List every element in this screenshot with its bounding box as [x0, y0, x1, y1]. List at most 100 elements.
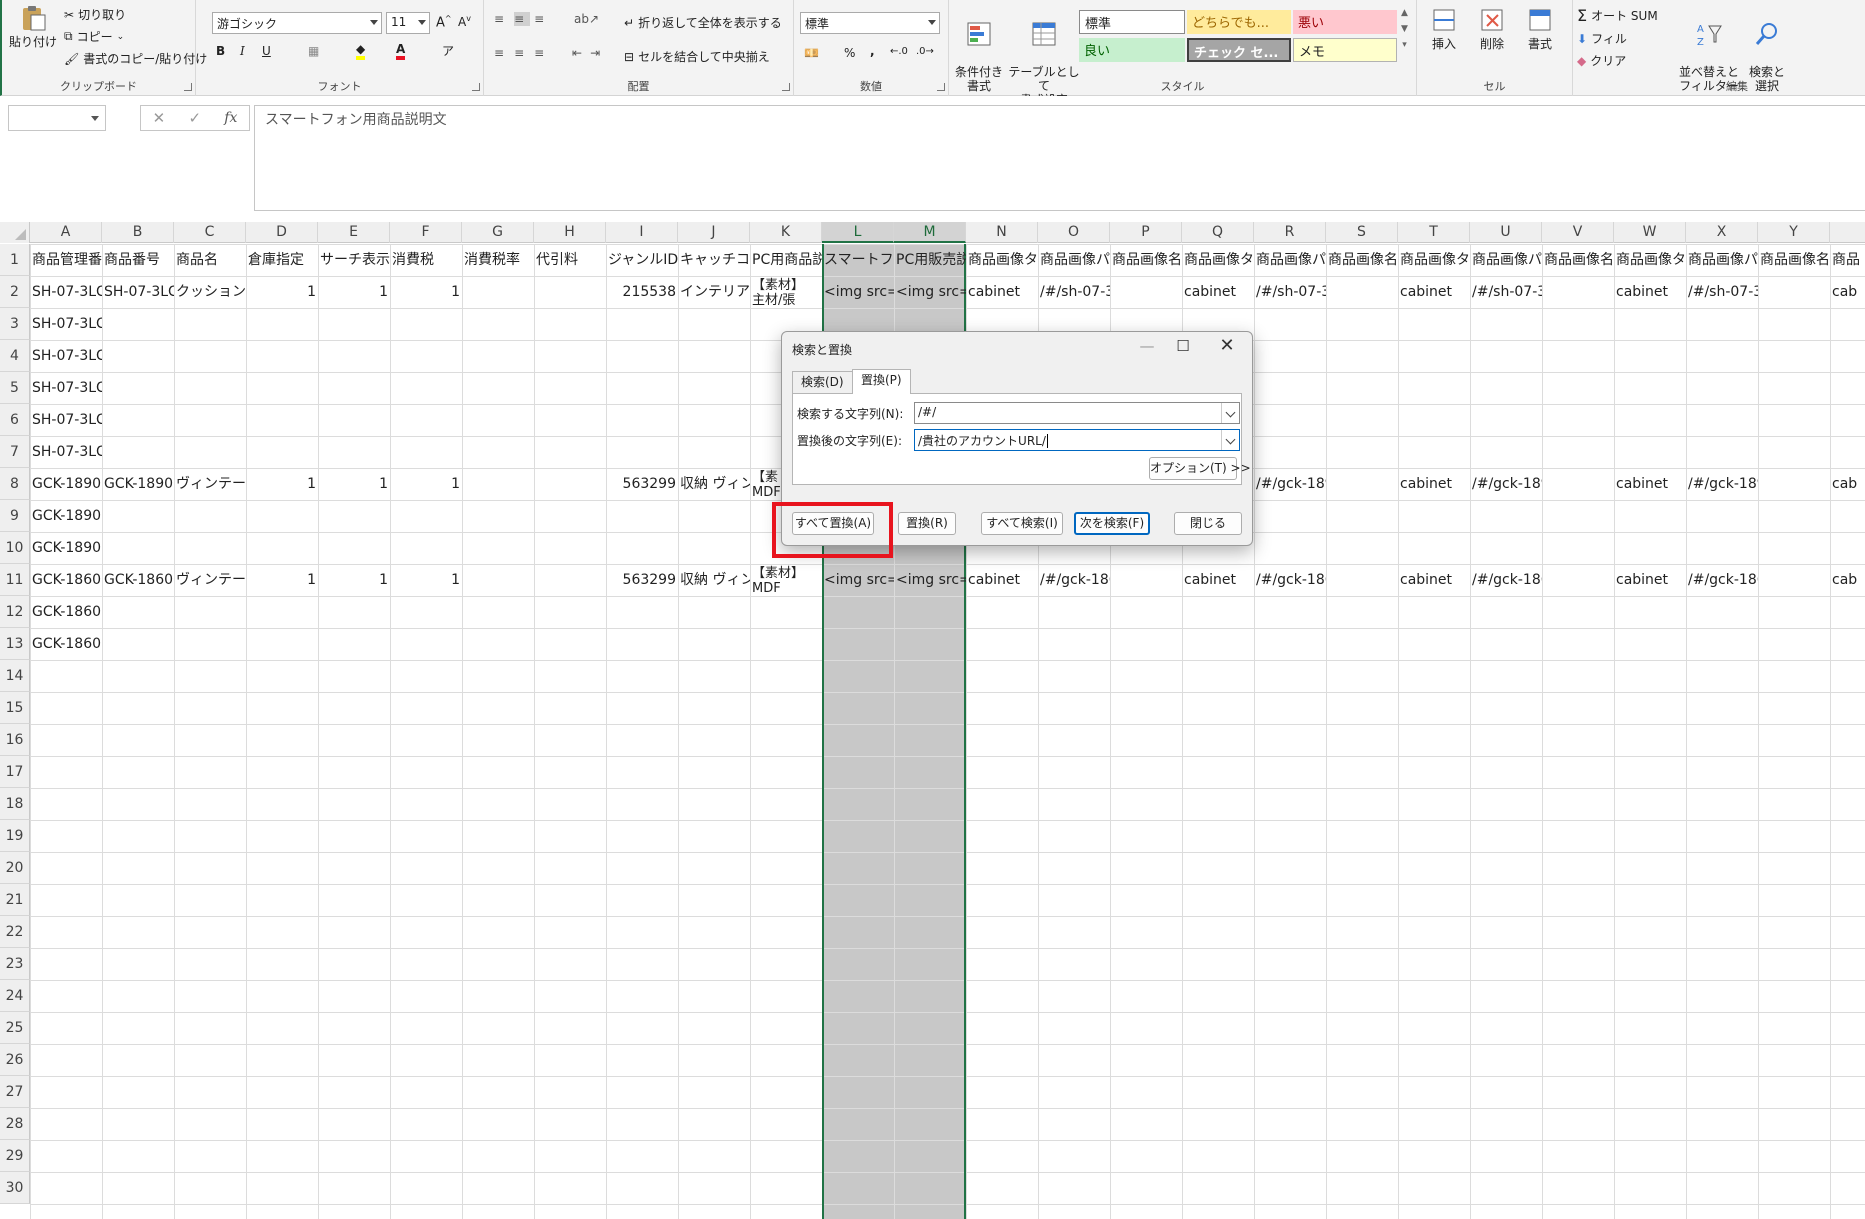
tab-replace[interactable]: 置換(P)	[852, 369, 911, 394]
cell[interactable]: cabinet	[1182, 277, 1254, 308]
decrease-font-button[interactable]: Av	[458, 14, 471, 29]
row-header[interactable]: 3	[0, 308, 30, 340]
cell-header-text[interactable]: PC用商品説明文	[750, 245, 822, 276]
merge-center-button[interactable]: ⊟ セルを結合して中央揃え	[624, 48, 770, 65]
cell-header-text[interactable]: 代引料	[534, 245, 606, 276]
copy-button[interactable]: ⧉ コピー ⌄	[64, 28, 124, 45]
row-header[interactable]: 19	[0, 820, 30, 852]
cell-style-note[interactable]: メモ	[1293, 38, 1397, 62]
delete-button[interactable]: 削除	[1473, 6, 1511, 51]
row-header[interactable]: 8	[0, 468, 30, 500]
column-header[interactable]: F	[390, 222, 462, 243]
find-next-button[interactable]: 次を検索(F)	[1074, 512, 1150, 535]
cell[interactable]: /#/gck-1890_d.jpg	[1686, 469, 1758, 500]
cell-header-text[interactable]: スマートフォン用	[822, 245, 894, 276]
cell[interactable]: GCK-1890	[30, 469, 102, 500]
row-header[interactable]: 29	[0, 1140, 30, 1172]
column-header[interactable]: J	[678, 222, 750, 243]
replace-input[interactable]: /貴社のアカウントURL/	[914, 429, 1240, 451]
cell[interactable]: cabinet	[1614, 565, 1686, 596]
cell[interactable]: SH-07-3LC	[30, 341, 102, 372]
cell[interactable]: SH-07-3LC	[102, 277, 174, 308]
row-header[interactable]: 26	[0, 1044, 30, 1076]
cell[interactable]: インテリア	[678, 277, 750, 308]
cell[interactable]: 【素材】 主材/張	[750, 277, 822, 308]
insert-button[interactable]: 挿入	[1425, 6, 1463, 51]
cell[interactable]: SH-07-3LC	[30, 405, 102, 436]
cell[interactable]: /#/gck-1890_c.jpg	[1470, 469, 1542, 500]
row-header[interactable]: 4	[0, 340, 30, 372]
cell[interactable]: cabinet	[1614, 277, 1686, 308]
autosum-button[interactable]: Σ オート SUM	[1577, 6, 1658, 25]
dialog-launcher-icon[interactable]	[782, 83, 790, 91]
cell[interactable]: cab	[1830, 565, 1865, 596]
column-header[interactable]: N	[966, 222, 1038, 243]
close-button[interactable]: 閉じる	[1174, 512, 1242, 535]
cell[interactable]: /#/sh-07-3lc_a.jpg	[1038, 277, 1110, 308]
row-header[interactable]: 10	[0, 532, 30, 564]
bold-button[interactable]: B	[216, 44, 225, 58]
cell[interactable]: 1	[246, 469, 318, 500]
cell[interactable]: SH-07-3LC	[30, 437, 102, 468]
underline-button[interactable]: U	[262, 44, 271, 58]
cell[interactable]: 1	[390, 277, 462, 308]
cell-header-text[interactable]: 商品画像名	[1110, 245, 1182, 276]
cell-header-text[interactable]: 商品名	[174, 245, 246, 276]
cell-header-text[interactable]: 商品画像パス	[1254, 245, 1326, 276]
cell[interactable]: /#/gck-1860_a.jpg	[1038, 565, 1110, 596]
column-header[interactable]: A	[30, 222, 102, 243]
options-button[interactable]: オプション(T) >>	[1149, 457, 1251, 480]
cell[interactable]: 563299	[606, 565, 678, 596]
cell[interactable]: cabinet	[1614, 469, 1686, 500]
row-header[interactable]: 7	[0, 436, 30, 468]
column-header[interactable]: P	[1110, 222, 1182, 243]
row-header[interactable]: 2	[0, 276, 30, 308]
cell[interactable]: /#/gck-1860_b.jpg	[1254, 565, 1326, 596]
cell[interactable]: 1	[390, 565, 462, 596]
cell-header-text[interactable]: 商品画像タイプ	[1398, 245, 1470, 276]
cell[interactable]: 1	[318, 469, 390, 500]
column-header[interactable]: Q	[1182, 222, 1254, 243]
column-header[interactable]: C	[174, 222, 246, 243]
row-header[interactable]: 14	[0, 660, 30, 692]
column-header[interactable]: I	[606, 222, 678, 243]
cell[interactable]: 収納 ヴィン	[678, 565, 750, 596]
cell-header-text[interactable]: 商品	[1830, 245, 1865, 276]
currency-button[interactable]: 💴	[804, 46, 819, 60]
dialog-launcher-icon[interactable]	[472, 83, 480, 91]
vertical-align-buttons[interactable]: ≡ ≡ ≡	[494, 12, 550, 26]
styles-gallery-scroll[interactable]: ▲ ▼ ▾	[1401, 8, 1408, 50]
cell[interactable]: 1	[318, 277, 390, 308]
cancel-icon[interactable]: ✕	[153, 109, 166, 127]
cell[interactable]: GCK-1860	[102, 565, 174, 596]
cell[interactable]: ヴィンテー	[174, 469, 246, 500]
cell[interactable]: /#/gck-1890_b.jpg	[1254, 469, 1326, 500]
enter-icon[interactable]: ✓	[188, 109, 201, 127]
cell-header-text[interactable]: ジャンルID	[606, 245, 678, 276]
horizontal-align-buttons[interactable]: ≡ ≡ ≡	[494, 46, 550, 60]
cell[interactable]: 1	[390, 469, 462, 500]
column-header[interactable]: D	[246, 222, 318, 243]
cell[interactable]: <img src=	[894, 277, 966, 308]
column-header[interactable]: U	[1470, 222, 1542, 243]
cell-header-text[interactable]: 商品画像タイプ	[1614, 245, 1686, 276]
row-header[interactable]: 21	[0, 884, 30, 916]
close-icon[interactable]: ✕	[1215, 336, 1239, 356]
column-header[interactable]: X	[1686, 222, 1758, 243]
column-header[interactable]: K	[750, 222, 822, 243]
cell[interactable]: <img src=	[894, 565, 966, 596]
cell-header-text[interactable]: 商品画像パス	[1038, 245, 1110, 276]
wrap-text-button[interactable]: ↵ 折り返して全体を表示する	[624, 14, 782, 31]
row-header[interactable]: 1	[0, 244, 30, 276]
cell-header-text[interactable]: キャッチコピー	[678, 245, 750, 276]
cell[interactable]: SH-07-3LC	[30, 277, 102, 308]
cell-header-text[interactable]: 商品管理番号	[30, 245, 102, 276]
column-header[interactable]: M	[894, 222, 966, 243]
cell-header-text[interactable]: サーチ表示	[318, 245, 390, 276]
cell[interactable]: GCK-1890	[30, 501, 102, 532]
cell[interactable]: GCK-1860	[30, 629, 102, 660]
row-header[interactable]: 20	[0, 852, 30, 884]
chevron-down-icon[interactable]	[1221, 403, 1239, 423]
row-header[interactable]: 9	[0, 500, 30, 532]
font-size-combo[interactable]: 11	[386, 12, 430, 34]
